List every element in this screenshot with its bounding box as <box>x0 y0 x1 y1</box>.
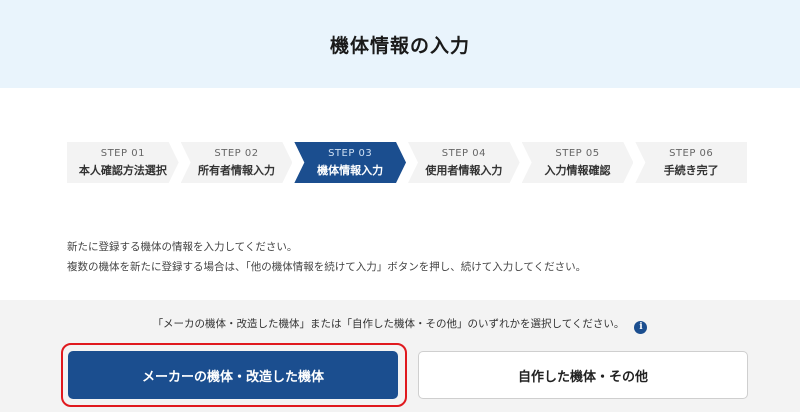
step-2: STEP 02 所有者情報入力 <box>181 142 293 183</box>
step-number: STEP 03 <box>328 147 373 159</box>
selection-prompt: 「メーカの機体・改造した機体」または「自作した機体・その他」のいずれかを選択して… <box>0 316 800 334</box>
instructions: 新たに登録する機体の情報を入力してください。 複数の機体を新たに登録する場合は、… <box>67 237 586 277</box>
step-number: STEP 02 <box>214 147 259 159</box>
step-1: STEP 01 本人確認方法選択 <box>67 142 179 183</box>
manufacturer-aircraft-button[interactable]: メーカーの機体・改造した機体 <box>68 351 398 399</box>
step-5: STEP 05 入力情報確認 <box>522 142 634 183</box>
step-number: STEP 06 <box>669 147 714 159</box>
step-label: 入力情報確認 <box>544 163 611 177</box>
instruction-line-1: 新たに登録する機体の情報を入力してください。 <box>67 241 298 253</box>
step-number: STEP 04 <box>441 147 486 159</box>
step-label: 使用者情報入力 <box>425 163 503 177</box>
step-6: STEP 06 手続き完了 <box>635 142 748 183</box>
step-label: 所有者情報入力 <box>198 163 275 177</box>
homemade-aircraft-button[interactable]: 自作した機体・その他 <box>418 351 748 399</box>
page-title: 機体情報の入力 <box>329 34 470 57</box>
info-icon[interactable]: i <box>634 321 648 334</box>
step-label: 機体情報入力 <box>317 163 384 177</box>
step-4: STEP 04 使用者情報入力 <box>408 142 520 183</box>
step-label: 本人確認方法選択 <box>78 163 167 177</box>
page-header: 機体情報の入力 <box>0 0 800 88</box>
step-progress: STEP 01 本人確認方法選択 STEP 02 所有者情報入力 STEP 03… <box>67 142 748 183</box>
selection-prompt-text: 「メーカの機体・改造した機体」または「自作した機体・その他」のいずれかを選択して… <box>152 318 625 330</box>
step-number: STEP 05 <box>555 147 600 159</box>
step-number: STEP 01 <box>100 147 145 159</box>
instruction-line-2: 複数の機体を新たに登録する場合は、「他の機体情報を続けて入力」ボタンを押し、続け… <box>67 261 587 273</box>
step-3-current: STEP 03 機体情報入力 <box>294 142 406 183</box>
step-label: 手続き完了 <box>663 163 719 177</box>
